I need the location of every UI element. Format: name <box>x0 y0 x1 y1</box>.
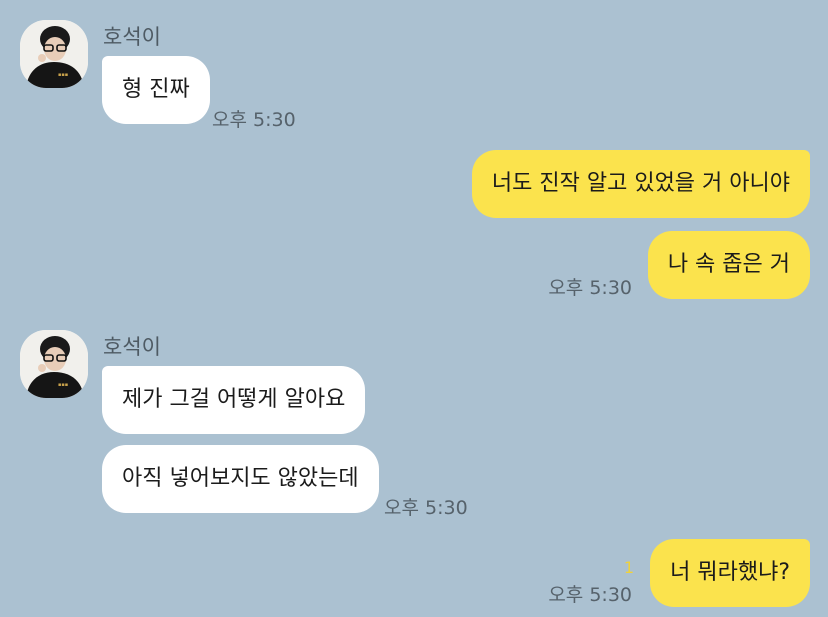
message-bubble[interactable]: 형 진짜 <box>102 56 210 124</box>
profile-avatar[interactable]: ▪▪▪ <box>20 330 88 398</box>
unread-count: 1 <box>623 558 634 577</box>
message-bubble[interactable]: 너 뭐라했냐? <box>650 539 810 607</box>
profile-photo: ▪▪▪ <box>20 330 88 398</box>
svg-text:▪▪▪: ▪▪▪ <box>58 382 68 388</box>
message-bubble[interactable]: 나 속 좁은 거 <box>647 231 810 299</box>
message-time: 오후 5:30 <box>384 497 468 519</box>
message-bubble[interactable]: 아직 넣어보지도 않았는데 <box>102 445 379 513</box>
message-bubble[interactable]: 너도 진작 알고 있었을 거 아니야 <box>471 150 810 218</box>
profile-photo: ▪▪▪ <box>20 20 88 88</box>
sender-name: 호석이 <box>103 335 161 359</box>
message-time: 오후 5:30 <box>548 277 632 299</box>
svg-text:▪▪▪: ▪▪▪ <box>58 72 68 78</box>
message-bubble[interactable]: 제가 그걸 어떻게 알아요 <box>102 366 366 434</box>
profile-avatar[interactable]: ▪▪▪ <box>20 20 88 88</box>
message-time: 오후 5:30 <box>548 584 632 606</box>
sender-name: 호석이 <box>103 25 161 49</box>
message-time: 오후 5:30 <box>212 109 296 131</box>
